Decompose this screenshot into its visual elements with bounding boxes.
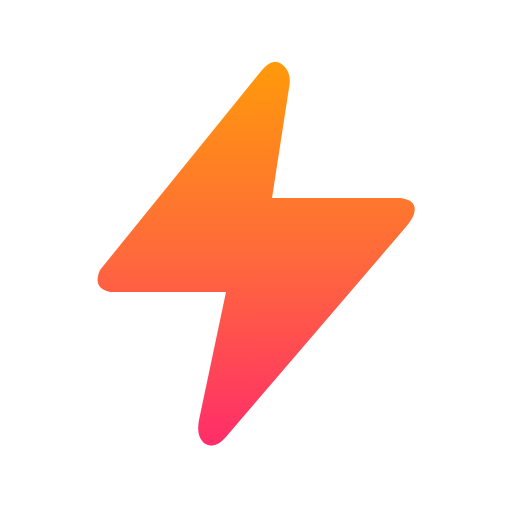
lightning-bolt-shape xyxy=(97,61,415,446)
lightning-bolt-icon xyxy=(97,61,415,446)
icon-canvas xyxy=(0,0,512,512)
